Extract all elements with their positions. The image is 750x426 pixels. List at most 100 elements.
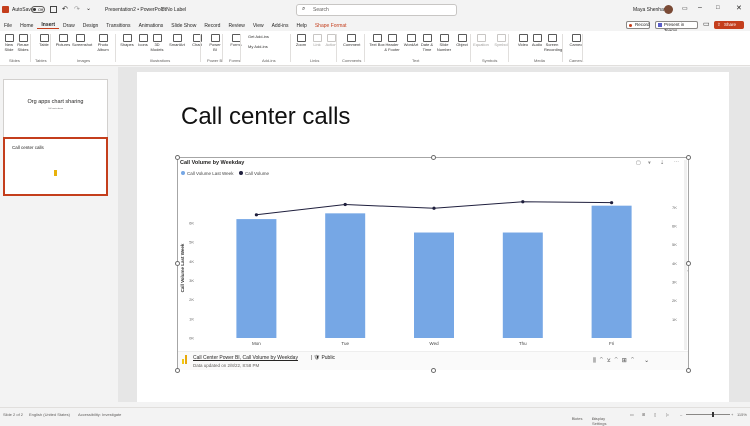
language[interactable]: English (United States) — [29, 412, 70, 417]
ribbon-button-comment[interactable]: Comment — [343, 34, 360, 48]
ribbon-button-object[interactable]: Object — [454, 34, 470, 48]
menu-tab-insert[interactable]: Insert — [37, 22, 60, 29]
table-icon[interactable]: ⊞ — [622, 358, 631, 364]
ribbon-button-equation[interactable]: Equation — [473, 34, 489, 48]
save-icon[interactable] — [50, 6, 57, 13]
menu-tab-slide-show[interactable]: Slide Show — [167, 23, 200, 29]
chevron-down-icon[interactable]: ⌄ — [644, 358, 653, 364]
ribbon-button-screenshot[interactable]: Screenshot — [72, 34, 92, 48]
resize-handle[interactable] — [686, 368, 691, 373]
zoom-level[interactable]: 115% — [737, 412, 747, 417]
ribbon-button-date-time[interactable]: Date & Time — [419, 34, 435, 52]
reading-view-icon[interactable]: ▯ — [654, 412, 656, 417]
avatar[interactable] — [664, 5, 673, 14]
resize-handle[interactable] — [431, 368, 436, 373]
ribbon-button-chart[interactable]: Chart — [189, 34, 205, 48]
ribbon-button-smartart[interactable]: SmartArt — [169, 34, 185, 48]
minimize-icon[interactable]: – — [698, 4, 702, 11]
user-name[interactable]: Maya Shenhav — [633, 7, 666, 13]
comments-icon[interactable]: ▭ — [703, 20, 710, 28]
line-point-tue — [343, 202, 347, 207]
chevron-up-icon[interactable]: ⌃ — [631, 358, 638, 364]
sensitivity-label[interactable]: ⛉ No Label — [161, 7, 186, 13]
ribbon-button-3d-models[interactable]: 3D Models — [149, 34, 165, 52]
normal-view-icon[interactable]: ▭ — [630, 412, 634, 417]
zoom-in-icon[interactable]: + — [731, 412, 733, 417]
menu-tab-design[interactable]: Design — [79, 23, 103, 29]
resize-handle[interactable] — [175, 261, 180, 266]
undo-icon[interactable]: ↶ — [62, 5, 68, 13]
resize-handle[interactable] — [431, 155, 436, 160]
ribbon-button-slide-number[interactable]: Slide Number — [436, 34, 452, 52]
maximize-icon[interactable]: □ — [716, 5, 720, 11]
menu-tab-record[interactable]: Record — [200, 23, 224, 29]
ribbon-button-photo-album[interactable]: Photo Album — [95, 34, 111, 52]
x-tick-label: Thu — [519, 341, 527, 346]
slide-sorter-icon[interactable]: ⊞ — [642, 412, 645, 417]
zoom-out-icon[interactable]: – — [680, 412, 682, 417]
menu-tab-file[interactable]: File — [0, 23, 16, 29]
menu-tab-review[interactable]: Review — [224, 23, 248, 29]
focus-mode-icon[interactable]: ▢ — [636, 160, 641, 166]
ribbon-group-label: Power BI — [207, 58, 224, 63]
ribbon-button-shapes[interactable]: Shapes — [119, 34, 135, 48]
ribbon-button-get-add-ins[interactable]: Get Add-ins — [248, 34, 269, 40]
slide-thumbnail-1[interactable]: Org apps chart sharing Call center demo — [3, 79, 108, 138]
ribbon-button-wordart[interactable]: WordArt — [403, 34, 419, 48]
share-button[interactable]: ⇪ Share — [714, 21, 744, 29]
ribbon-button-label: 3D Models — [150, 42, 164, 52]
ribbon-button-power-bi[interactable]: Power BI — [207, 34, 223, 52]
ribbon-button-header-footer[interactable]: Header & Footer — [384, 34, 400, 52]
menu-tab-home[interactable]: Home — [16, 23, 37, 29]
ribbon-button-forms[interactable]: Forms — [228, 34, 244, 48]
resize-handle[interactable] — [175, 155, 180, 160]
slide-title[interactable]: Call center calls — [181, 103, 350, 131]
powerbi-visual[interactable]: Call Volume by Weekday Call Volume Last W… — [177, 157, 689, 370]
ribbon-button-pictures[interactable]: Pictures — [55, 34, 71, 48]
resize-handle[interactable] — [686, 261, 691, 266]
pin-icon[interactable]: ⊻ — [607, 358, 615, 364]
more-options-icon[interactable]: ⋯ — [674, 159, 679, 165]
slideshow-icon[interactable]: ▷ — [666, 412, 669, 417]
ribbon-button-audio[interactable]: Audio — [529, 34, 545, 48]
record-button[interactable]: Record — [626, 21, 650, 29]
menu-tab-help[interactable]: Help — [293, 23, 311, 29]
zoom-slider[interactable] — [686, 412, 730, 417]
present-in-teams-button[interactable]: Present in Teams — [655, 21, 698, 33]
drill-icon[interactable]: ⇣ — [660, 160, 664, 166]
resize-handle[interactable] — [686, 155, 691, 160]
ribbon-button-my-add-ins[interactable]: My Add-ins — [248, 44, 268, 50]
ribbon-button-zoom[interactable]: Zoom — [293, 34, 309, 48]
x-tick-label: Mon — [252, 341, 261, 346]
ribbon-button-text-box[interactable]: Text Box — [369, 34, 385, 48]
ribbon-group-divider — [115, 34, 116, 62]
zoom-slider-thumb[interactable] — [712, 412, 714, 417]
accessibility-status[interactable]: Accessibility: Investigate — [78, 412, 121, 417]
ribbon-display-icon[interactable]: ▭ — [682, 5, 688, 12]
visual-source-link[interactable]: Call Center Power BI, Call Volume by Wee… — [193, 355, 298, 361]
slide-thumbnail-2[interactable]: Call center calls — [3, 137, 108, 196]
chevron-up-icon[interactable]: ⌃ — [600, 358, 607, 364]
ribbon-button-reuse-slides[interactable]: Reuse Slides — [15, 34, 31, 52]
redo-icon[interactable]: ↷ — [74, 5, 80, 13]
chevron-up-icon[interactable]: ⌃ — [615, 358, 622, 364]
chart-icon[interactable]: ⫼ — [593, 358, 600, 364]
close-icon[interactable]: ✕ — [736, 4, 742, 12]
y-axis-title: Call Volume Last Week — [180, 243, 185, 292]
menu-tab-draw[interactable]: Draw — [59, 23, 79, 29]
filter-icon[interactable]: ⩔ — [648, 160, 651, 166]
notes-label: Notes — [572, 416, 583, 421]
ribbon-button-symbol[interactable]: Symbol — [493, 34, 509, 48]
ribbon-button-screen-recording[interactable]: Screen Recording — [544, 34, 562, 52]
thumbnail-title: Org apps chart sharing — [27, 99, 84, 105]
menu-tab-transitions[interactable]: Transitions — [102, 23, 134, 29]
menu-tab-shape-format[interactable]: Shape Format — [311, 23, 351, 29]
resize-handle[interactable] — [175, 368, 180, 373]
menu-tab-view[interactable]: View — [249, 23, 268, 29]
visual-toolbar[interactable]: ⫼⌃⊻⌃⊞⌃ ⌄ — [593, 357, 653, 365]
menu-tab-animations[interactable]: Animations — [135, 23, 168, 29]
search-box[interactable]: ⌕ Search — [296, 4, 457, 16]
document-name[interactable]: Presentation2 • PowerPoint — [105, 7, 166, 13]
menu-tab-add-ins[interactable]: Add-ins — [268, 23, 293, 29]
customize-toolbar-icon[interactable]: ⌄ — [86, 5, 91, 12]
